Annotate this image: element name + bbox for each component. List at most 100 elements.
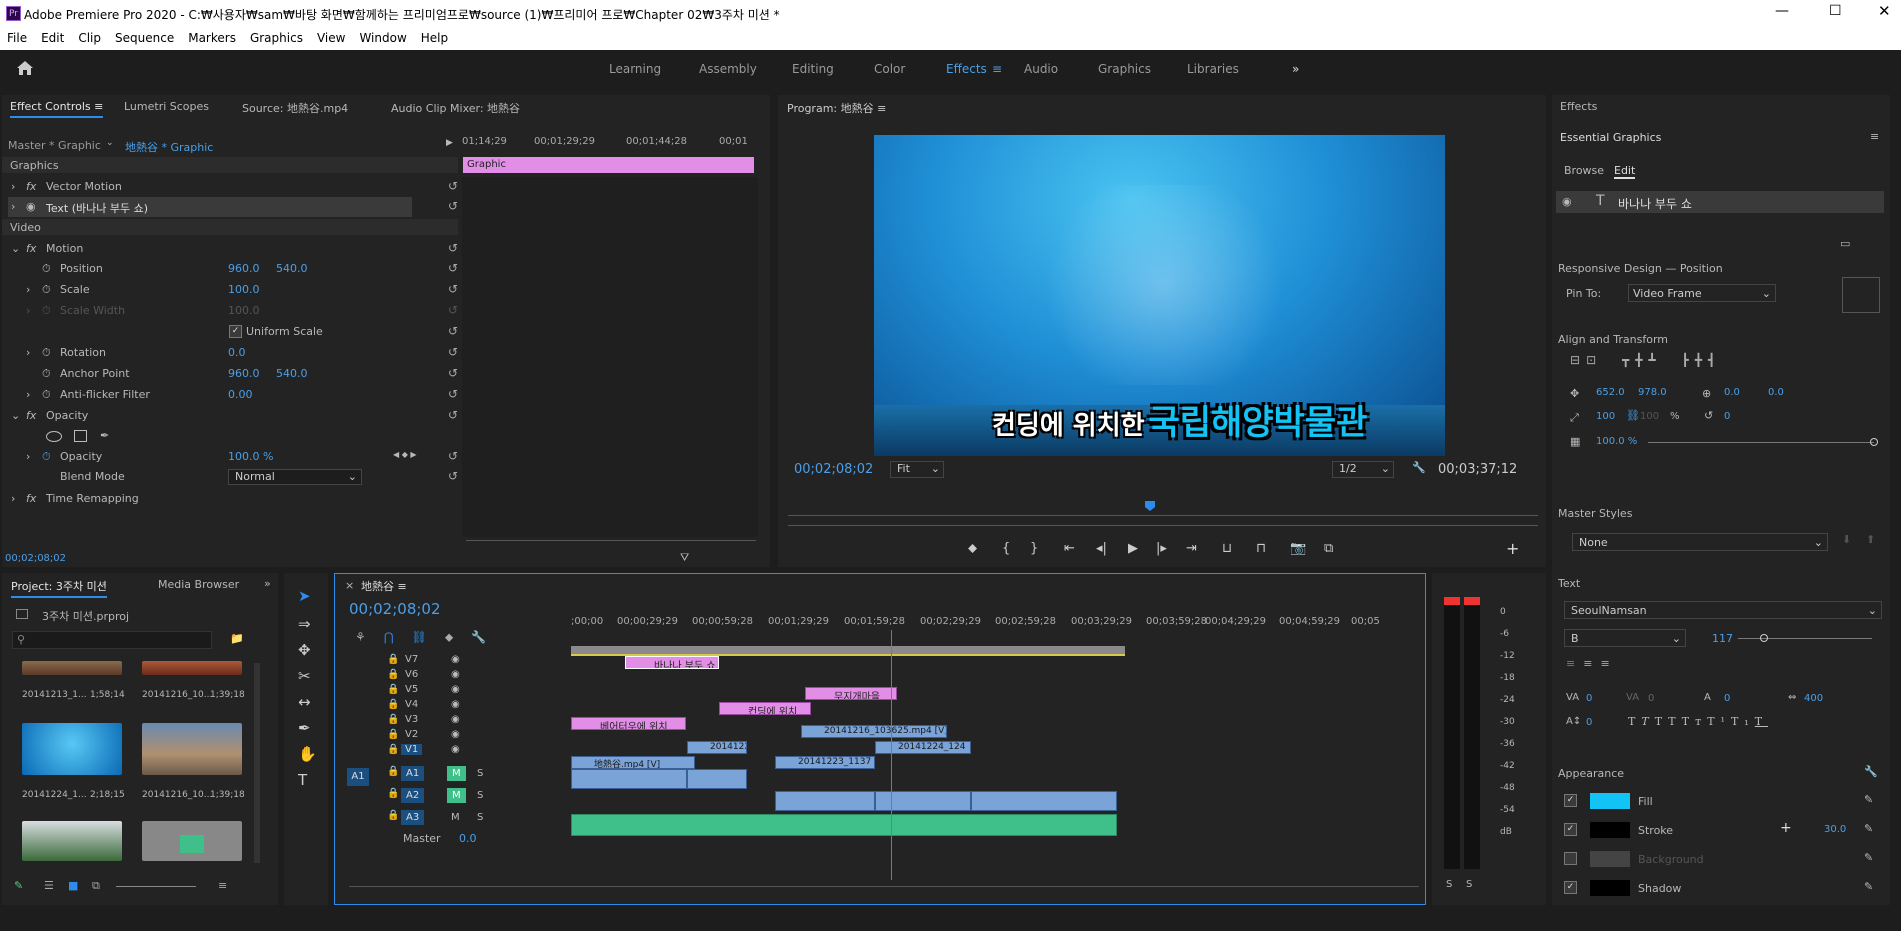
align-top-icon[interactable]: ┳: [1622, 353, 1635, 367]
font-dropdown[interactable]: SeoulNamsan ⌄: [1564, 601, 1882, 619]
ec-anchor-x[interactable]: 960.0: [228, 367, 260, 380]
lock-icon[interactable]: 🔒: [387, 669, 399, 680]
track-select-tool-icon[interactable]: ⇒: [298, 615, 311, 633]
new-layer-icon[interactable]: ▭: [1840, 237, 1850, 250]
clip-thumbnail[interactable]: [22, 723, 122, 775]
filter-icon[interactable]: ⛛: [680, 551, 689, 565]
menu-file[interactable]: File: [0, 28, 34, 45]
ec-motion-row[interactable]: ⌄ fx Motion ↺: [8, 239, 458, 259]
sort-icon[interactable]: ≡: [218, 879, 227, 892]
project-scrollbar[interactable]: [254, 663, 260, 863]
stroke-checkbox[interactable]: ✓: [1564, 823, 1577, 836]
add-button-icon[interactable]: +: [1506, 539, 1519, 558]
video-frame[interactable]: 컨딩에 위치한 국립해양박물관: [874, 135, 1445, 456]
blend-mode-dropdown[interactable]: Normal ⌄: [228, 469, 362, 485]
maximize-button[interactable]: ☐: [1829, 3, 1842, 19]
close-button[interactable]: ✕: [1878, 2, 1891, 20]
tab-media-browser[interactable]: Media Browser: [158, 578, 239, 591]
ec-text-layer-row[interactable]: › ◉ Text (바나나 부두 쇼): [8, 197, 412, 217]
layer-row[interactable]: ◉ T 바나나 부두 쇼: [1556, 191, 1884, 213]
fit-dropdown[interactable]: Fit ⌄: [890, 461, 944, 478]
add-marker-icon[interactable]: ⬥: [445, 630, 453, 644]
ec-rotation-value[interactable]: 0.0: [228, 346, 246, 359]
eye-icon[interactable]: ◉: [451, 684, 460, 695]
appearance-wrench-icon[interactable]: 🔧: [1864, 765, 1878, 778]
clip-v6[interactable]: 무지개마을: [805, 687, 897, 700]
workspace-color[interactable]: Color: [874, 62, 905, 76]
anchor-y[interactable]: 0.0: [1768, 387, 1784, 398]
work-area-bar[interactable]: [571, 646, 1125, 656]
tab-source[interactable]: Source: 地熱谷.mp4: [242, 100, 348, 116]
clip-thumbnail[interactable]: [22, 821, 122, 861]
go-to-out-icon[interactable]: ⇥: [1186, 541, 1197, 556]
timeline-scrollbar[interactable]: [349, 886, 1419, 887]
opacity-slider[interactable]: [1648, 438, 1878, 446]
pen-mask-icon[interactable]: ✒: [100, 429, 109, 442]
reset-icon[interactable]: ↺: [448, 366, 458, 380]
clip-thumbnail[interactable]: [142, 723, 242, 775]
ec-vector-motion-row[interactable]: › fx Vector Motion ↺: [8, 177, 458, 197]
new-bin-from-search-icon[interactable]: 📁: [230, 632, 244, 645]
all-caps-icon[interactable]: TT: [1655, 715, 1682, 728]
ec-zoom-scrollbar[interactable]: [466, 540, 756, 548]
audio-clip[interactable]: [687, 769, 747, 789]
align-left-icon[interactable]: ┣: [1681, 353, 1694, 367]
solo-button[interactable]: S: [477, 812, 483, 823]
lock-icon[interactable]: 🔒: [387, 744, 399, 755]
stopwatch-icon[interactable]: ⏱: [42, 367, 51, 381]
faux-bold-icon[interactable]: T: [1628, 715, 1641, 728]
ec-antiflicker-value[interactable]: 0.00: [228, 388, 253, 401]
chevron-down-icon[interactable]: ⌄: [106, 138, 114, 148]
timeline-ruler-ext[interactable]: 00;04;29;29 00;04;59;29 00;05: [1205, 616, 1405, 630]
underline-icon[interactable]: T: [1755, 715, 1768, 728]
ec-uniform-scale-row[interactable]: ✓ Uniform Scale ↺: [8, 322, 458, 342]
baseline-value[interactable]: 0: [1586, 717, 1592, 728]
keyframe-nav-icon[interactable]: ◀ ◆ ▶: [393, 450, 417, 459]
tab-effect-controls[interactable]: Effect Controls ≡: [10, 100, 104, 118]
superscript-icon[interactable]: T¹: [1707, 715, 1731, 728]
reset-icon[interactable]: ↺: [448, 408, 458, 422]
align-center-icon[interactable]: ╋: [1695, 353, 1708, 367]
uniform-scale-checkbox[interactable]: ✓: [229, 325, 242, 338]
panel-menu-icon[interactable]: ≡: [94, 100, 103, 113]
align-vertical-center-icon[interactable]: ⊟: [1570, 353, 1586, 367]
nest-icon[interactable]: ⚘: [355, 630, 366, 644]
playhead-marker-icon[interactable]: [1145, 501, 1155, 511]
lift-icon[interactable]: ⊔: [1222, 541, 1232, 556]
mark-out-icon[interactable]: }: [1030, 541, 1038, 556]
lock-icon[interactable]: 🔒: [387, 654, 399, 665]
reset-icon[interactable]: ↺: [448, 199, 458, 213]
clip-thumbnail[interactable]: [142, 661, 242, 675]
ec-scale-row[interactable]: › ⏱ Scale 100.0 ↺: [8, 280, 458, 300]
anchor-x[interactable]: 0.0: [1724, 387, 1740, 398]
menu-clip[interactable]: Clip: [71, 28, 108, 45]
workspace-libraries[interactable]: Libraries: [1187, 62, 1239, 76]
menu-help[interactable]: Help: [414, 28, 455, 45]
workspace-learning[interactable]: Learning: [609, 62, 661, 76]
sequence-tab[interactable]: 地熱谷 ≡: [361, 578, 407, 594]
mark-in-icon[interactable]: {: [1002, 541, 1010, 556]
clip-v3[interactable]: 20141216_103625.mp4 [V]: [801, 725, 947, 738]
project-search-input[interactable]: ⚲: [12, 631, 212, 649]
solo-right-button[interactable]: S: [1466, 879, 1472, 890]
list-view-icon[interactable]: ☰: [44, 879, 54, 892]
clip-v5[interactable]: 컨딩에 위치: [719, 702, 811, 715]
razor-tool-icon[interactable]: ✂: [298, 667, 311, 685]
ellipse-mask-icon[interactable]: [46, 431, 62, 442]
slip-tool-icon[interactable]: ↔: [298, 693, 311, 711]
step-back-icon[interactable]: ◂|: [1096, 541, 1107, 556]
export-frame-icon[interactable]: 📷: [1290, 541, 1306, 556]
timeline-playhead[interactable]: [891, 630, 892, 880]
timeline-ruler[interactable]: ;00;00 00;00;29;29 00;00;59;28 00;01;29;…: [571, 616, 1211, 630]
add-stroke-icon[interactable]: +: [1780, 820, 1792, 836]
align-right-icon[interactable]: ┫: [1708, 353, 1721, 367]
eye-icon[interactable]: ◉: [451, 714, 460, 725]
kerning-value[interactable]: 0: [1586, 693, 1592, 704]
eyedropper-icon[interactable]: ✎: [1864, 880, 1873, 893]
menu-graphics[interactable]: Graphics: [243, 28, 310, 45]
add-marker-icon[interactable]: ⬥: [968, 541, 977, 556]
sequence-clip-label[interactable]: 地熱谷 * Graphic: [125, 139, 213, 155]
tab-project[interactable]: Project: 3주차 미션: [11, 578, 107, 598]
source-patch-a1[interactable]: A1: [347, 768, 369, 786]
pin-diagram[interactable]: [1842, 277, 1880, 313]
